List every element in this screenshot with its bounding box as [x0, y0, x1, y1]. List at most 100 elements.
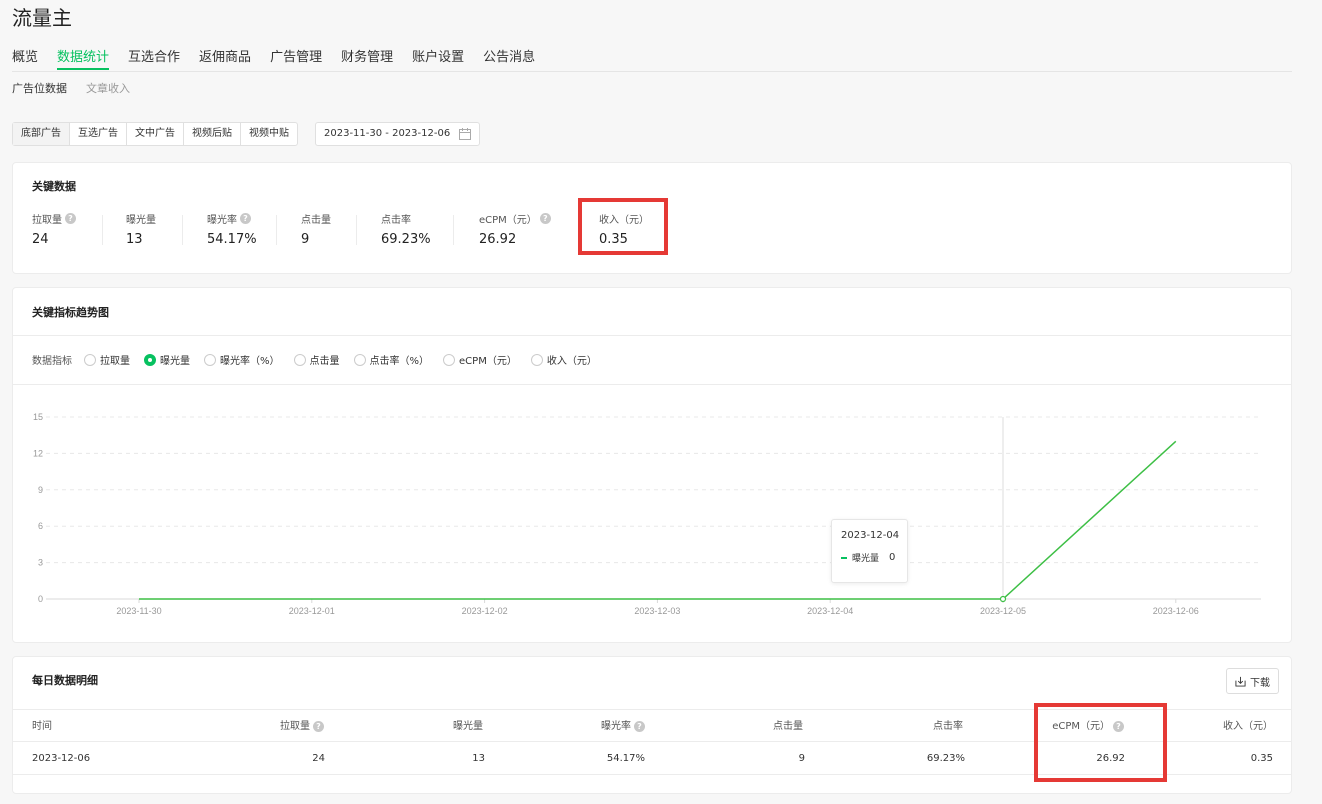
- nav-data-stats[interactable]: 数据统计: [57, 46, 110, 70]
- subnav-ad-slot-data[interactable]: 广告位数据: [12, 80, 67, 96]
- help-icon[interactable]: ?: [634, 721, 645, 732]
- col-exposure-rate[interactable]: 曝光率?: [601, 710, 645, 743]
- nav-announcements[interactable]: 公告消息: [483, 46, 535, 70]
- cell-exposure-rate: 54.17%: [606, 753, 645, 764]
- radio-pull-count[interactable]: 拉取量: [84, 352, 130, 367]
- col-pull-count[interactable]: 拉取量?: [280, 710, 324, 743]
- tab-mutual-ad[interactable]: 互选广告: [70, 123, 127, 145]
- subnav-article-income[interactable]: 文章收入: [86, 80, 130, 96]
- key-data-title: 关键数据: [32, 180, 76, 193]
- metric-divider: [182, 215, 183, 245]
- help-icon[interactable]: ?: [240, 213, 251, 224]
- radio-label: 拉取量: [100, 356, 130, 367]
- col-click-rate[interactable]: 点击率: [933, 710, 963, 743]
- tooltip-series-swatch: [841, 556, 847, 559]
- ad-type-tabs: 底部广告 互选广告 文中广告 视频后贴 视频中贴: [12, 122, 298, 146]
- x-tick-label: 2023-12-01: [289, 606, 335, 616]
- chart-tooltip: 2023-12-04 曝光量 0: [831, 519, 908, 583]
- col-date[interactable]: 时间: [32, 710, 52, 743]
- col-label: 曝光率: [601, 721, 631, 732]
- radio-click-rate[interactable]: 点击率（%）: [353, 352, 430, 367]
- cell-click-count: 9: [798, 753, 805, 764]
- nav-commission-goods[interactable]: 返佣商品: [199, 46, 251, 70]
- tab-video-post-roll[interactable]: 视频后贴: [184, 123, 241, 145]
- y-tick-label: 0: [38, 594, 43, 604]
- trend-divider: [13, 335, 1291, 336]
- metric-click-count: 点击量 9: [301, 211, 331, 247]
- metric-value: 24: [32, 232, 49, 247]
- income-highlight-box: [578, 198, 668, 255]
- trend-line-chart: 0 3 6 9 12 15 2023-11-30 2023-12-01 2023-12-02 20…: [33, 412, 1261, 616]
- nav-mutual-select[interactable]: 互选合作: [128, 46, 180, 70]
- col-label: 曝光量: [453, 721, 483, 732]
- radio-ecpm[interactable]: eCPM（元）: [443, 352, 517, 367]
- nav-account-settings[interactable]: 账户设置: [412, 46, 464, 70]
- tab-bottom-ad[interactable]: 底部广告: [13, 123, 70, 145]
- trend-card: 关键指标趋势图 数据指标 拉取量 曝光量 曝光率（%） 点击量 点击率（%） e…: [12, 287, 1292, 643]
- date-range-picker[interactable]: 2023-11-30 - 2023-12-06: [315, 122, 480, 146]
- app-title: 流量主: [12, 6, 72, 30]
- metric-label: 拉取量: [32, 215, 62, 226]
- radio-group-label: 数据指标: [32, 356, 72, 367]
- cell-exposure-count: 13: [472, 753, 485, 764]
- nav-finance[interactable]: 财务管理: [341, 46, 393, 70]
- col-exposure-count[interactable]: 曝光量: [453, 710, 483, 743]
- help-icon[interactable]: ?: [313, 721, 324, 732]
- col-income[interactable]: 收入（元）: [1223, 710, 1273, 743]
- cell-pull-count: 24: [312, 753, 325, 764]
- metric-label: eCPM（元）: [479, 215, 537, 226]
- radio-dot: [443, 353, 456, 366]
- metric-label: 曝光量: [126, 215, 156, 226]
- radio-click-count[interactable]: 点击量: [293, 352, 340, 367]
- y-tick-label: 3: [38, 558, 43, 568]
- data-point: [999, 595, 1007, 603]
- radio-dot: [144, 353, 156, 366]
- radio-dot: [530, 353, 543, 366]
- x-tick-label: 2023-11-30: [116, 606, 161, 616]
- nav-overview[interactable]: 概览: [12, 46, 38, 70]
- metric-divider: [356, 215, 357, 245]
- tooltip-value: 0: [889, 552, 896, 563]
- ecpm-highlight-box: [1034, 703, 1167, 782]
- metric-value: 69.23%: [381, 232, 431, 247]
- metric-label: 点击率: [381, 215, 411, 226]
- metric-divider: [453, 215, 454, 245]
- trend-divider: [13, 384, 1291, 385]
- radio-label: 收入（元）: [546, 356, 597, 367]
- col-label: 收入（元）: [1223, 721, 1273, 732]
- date-range-value: 2023-11-30 - 2023-12-06: [324, 128, 451, 139]
- metric-ecpm: eCPM（元）? 26.92: [479, 211, 551, 247]
- col-label: 点击率: [933, 721, 963, 732]
- radio-exposure-rate[interactable]: 曝光率（%）: [204, 352, 280, 367]
- tab-video-mid-roll[interactable]: 视频中贴: [241, 123, 297, 145]
- y-tick-label: 15: [33, 412, 43, 422]
- metric-value: 13: [126, 232, 143, 247]
- radio-exposure-count[interactable]: 曝光量: [144, 352, 190, 367]
- daily-title: 每日数据明细: [32, 674, 98, 687]
- x-tick-label: 2023-12-06: [1153, 606, 1199, 616]
- series-line: [139, 440, 1177, 600]
- metric-radio-group: 数据指标 拉取量 曝光量 曝光率（%） 点击量 点击率（%） eCPM（元） 收…: [32, 352, 611, 367]
- col-label: 点击量: [773, 721, 803, 732]
- help-icon[interactable]: ?: [539, 213, 551, 224]
- help-icon[interactable]: ?: [65, 213, 76, 224]
- radio-dot: [84, 353, 96, 366]
- tab-inline-ad[interactable]: 文中广告: [127, 123, 184, 145]
- nav-ad-management[interactable]: 广告管理: [270, 46, 322, 70]
- col-label: 时间: [32, 721, 52, 732]
- metric-click-rate: 点击率 69.23%: [381, 211, 431, 247]
- x-tick-label: 2023-12-05: [980, 606, 1026, 616]
- radio-income[interactable]: 收入（元）: [530, 352, 597, 367]
- col-click-count[interactable]: 点击量: [773, 710, 803, 743]
- radio-label: 点击率（%）: [369, 356, 430, 367]
- download-label: 下载: [1250, 677, 1270, 689]
- radio-label: 曝光量: [160, 356, 190, 367]
- x-tick-label: 2023-12-03: [634, 606, 680, 616]
- download-button[interactable]: 下载: [1226, 668, 1279, 694]
- cell-click-rate: 69.23%: [926, 753, 965, 764]
- cell-income: 0.35: [1250, 753, 1273, 764]
- radio-dot: [353, 353, 366, 366]
- x-tick-label: 2023-12-04: [807, 606, 853, 616]
- y-tick-label: 9: [38, 485, 43, 495]
- metric-value: 26.92: [479, 232, 517, 247]
